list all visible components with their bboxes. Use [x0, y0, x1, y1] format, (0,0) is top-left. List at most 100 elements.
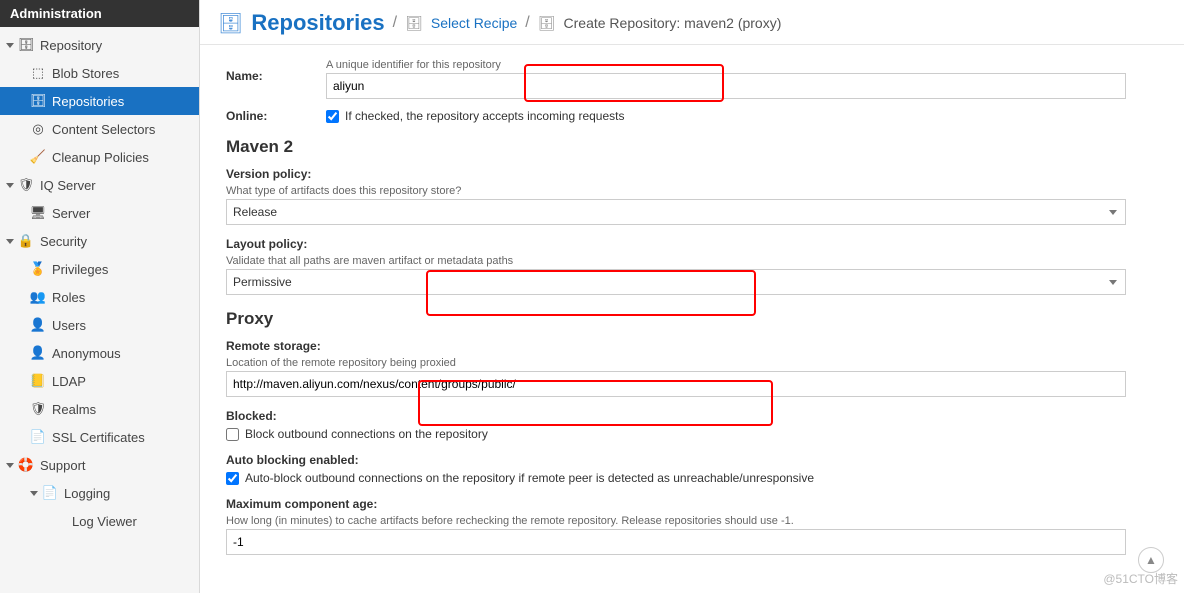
caret-icon	[30, 491, 38, 496]
ssl-certificates-icon: 📄	[30, 429, 46, 445]
sidebar-item-label: Blob Stores	[52, 66, 119, 81]
sidebar-item-log-viewer[interactable]: Log Viewer	[0, 507, 199, 535]
sidebar-item-label: Server	[52, 206, 90, 221]
sidebar-item-label: Repository	[40, 38, 102, 53]
sidebar-item-blob-stores[interactable]: ⬚ Blob Stores	[0, 59, 199, 87]
main-content: 🗄 Repositories / 🗄 Select Recipe / 🗄 Cre…	[200, 0, 1184, 593]
sidebar-item-label: Security	[40, 234, 87, 249]
sidebar-item-iq-server[interactable]: 🛡 IQ Server	[0, 171, 199, 199]
remote-storage-input[interactable]	[226, 371, 1126, 397]
sidebar-item-logging[interactable]: 📄 Logging	[0, 479, 199, 507]
breadcrumb-select-recipe[interactable]: Select Recipe	[431, 15, 517, 31]
layout-policy-select[interactable]: Permissive	[226, 269, 1126, 295]
sidebar-item-label: Logging	[64, 486, 110, 501]
server-icon: 🖥	[30, 205, 46, 221]
caret-icon	[6, 183, 14, 188]
blocked-label: Blocked:	[226, 409, 1158, 423]
version-policy-help: What type of artifacts does this reposit…	[226, 185, 1158, 197]
max-age-input[interactable]	[226, 529, 1126, 555]
repositories-icon: 🗄	[30, 93, 46, 109]
version-policy-label: Version policy:	[226, 167, 1158, 181]
content-selectors-icon: ◎	[30, 121, 46, 137]
sidebar-item-repository[interactable]: 🗄 Repository	[0, 31, 199, 59]
sidebar-item-label: IQ Server	[40, 178, 96, 193]
sidebar-item-label: Realms	[52, 402, 96, 417]
max-age-help: How long (in minutes) to cache artifacts…	[226, 515, 1158, 527]
sidebar-item-privileges[interactable]: 🏅 Privileges	[0, 255, 199, 283]
max-age-label: Maximum component age:	[226, 497, 1158, 511]
caret-icon	[6, 463, 14, 468]
remote-storage-help: Location of the remote repository being …	[226, 357, 1158, 369]
breadcrumb: 🗄 Repositories / 🗄 Select Recipe / 🗄 Cre…	[200, 0, 1184, 45]
version-policy-select[interactable]: Release	[226, 199, 1126, 225]
sidebar-item-label: SSL Certificates	[52, 430, 145, 445]
database-icon: 🗄	[538, 15, 556, 32]
sidebar-item-realms[interactable]: 🛡 Realms	[0, 395, 199, 423]
name-input[interactable]	[326, 73, 1126, 99]
sidebar-item-label: Privileges	[52, 262, 108, 277]
sidebar-title: Administration	[0, 0, 199, 27]
sidebar-item-label: Support	[40, 458, 86, 473]
auto-blocking-label: Auto blocking enabled:	[226, 453, 1158, 467]
name-help: A unique identifier for this repository	[326, 59, 1158, 71]
auto-blocking-text: Auto-block outbound connections on the r…	[245, 471, 814, 485]
sidebar-item-label: Repositories	[52, 94, 124, 109]
ldap-icon: 📒	[30, 373, 46, 389]
online-text: If checked, the repository accepts incom…	[345, 109, 624, 123]
page-title[interactable]: Repositories	[251, 10, 384, 36]
layout-policy-value: Permissive	[233, 275, 292, 289]
sidebar-item-label: Roles	[52, 290, 85, 305]
layout-policy-help: Validate that all paths are maven artifa…	[226, 255, 1158, 267]
blob-stores-icon: ⬚	[30, 65, 46, 81]
iq-server-icon: 🛡	[18, 177, 34, 193]
layout-policy-label: Layout policy:	[226, 237, 1158, 251]
sidebar-item-label: LDAP	[52, 374, 86, 389]
sidebar-nav: 🗄 Repository ⬚ Blob Stores 🗄 Repositories ◎ Con…	[0, 27, 199, 539]
maven2-heading: Maven 2	[226, 137, 1158, 157]
online-label: Online:	[226, 109, 326, 123]
database-icon: 🗄	[405, 15, 423, 32]
online-checkbox[interactable]	[326, 110, 339, 123]
proxy-heading: Proxy	[226, 309, 1158, 329]
privileges-icon: 🏅	[30, 261, 46, 277]
sidebar-item-content-selectors[interactable]: ◎ Content Selectors	[0, 115, 199, 143]
sidebar-item-security[interactable]: 🔒 Security	[0, 227, 199, 255]
sidebar-item-support[interactable]: 🛟 Support	[0, 451, 199, 479]
caret-icon	[6, 43, 14, 48]
cleanup-policies-icon: 🧹	[30, 149, 46, 165]
security-icon: 🔒	[18, 233, 34, 249]
blocked-checkbox[interactable]	[226, 428, 239, 441]
anonymous-icon: 👤	[30, 345, 46, 361]
sidebar-item-users[interactable]: 👤 Users	[0, 311, 199, 339]
sidebar-item-anonymous[interactable]: 👤 Anonymous	[0, 339, 199, 367]
sidebar-item-label: Users	[52, 318, 86, 333]
sidebar-item-label: Log Viewer	[72, 514, 137, 529]
sidebar-item-label: Anonymous	[52, 346, 121, 361]
sidebar-item-server[interactable]: 🖥 Server	[0, 199, 199, 227]
remote-storage-label: Remote storage:	[226, 339, 1158, 353]
watermark: @51CTO博客	[1103, 570, 1178, 587]
roles-icon: 👥	[30, 289, 46, 305]
users-icon: 👤	[30, 317, 46, 333]
breadcrumb-sep: /	[525, 14, 529, 32]
logging-icon: 📄	[42, 485, 58, 501]
sidebar-item-repositories[interactable]: 🗄 Repositories	[0, 87, 199, 115]
sidebar-item-label: Content Selectors	[52, 122, 155, 137]
database-icon: 🗄	[218, 11, 243, 36]
name-label: Name:	[226, 59, 326, 83]
repository-icon: 🗄	[18, 37, 34, 53]
log-viewer-icon	[50, 513, 66, 529]
auto-blocking-checkbox[interactable]	[226, 472, 239, 485]
support-icon: 🛟	[18, 457, 34, 473]
breadcrumb-current: Create Repository: maven2 (proxy)	[564, 15, 782, 31]
sidebar: Administration 🗄 Repository ⬚ Blob Stores 🗄 R…	[0, 0, 200, 593]
caret-icon	[6, 239, 14, 244]
sidebar-item-ssl-certificates[interactable]: 📄 SSL Certificates	[0, 423, 199, 451]
realms-icon: 🛡	[30, 401, 46, 417]
blocked-text: Block outbound connections on the reposi…	[245, 427, 488, 441]
sidebar-item-ldap[interactable]: 📒 LDAP	[0, 367, 199, 395]
sidebar-item-roles[interactable]: 👥 Roles	[0, 283, 199, 311]
sidebar-item-cleanup-policies[interactable]: 🧹Cleanup Policies	[0, 143, 199, 171]
breadcrumb-sep: /	[393, 14, 397, 32]
version-policy-value: Release	[233, 205, 277, 219]
